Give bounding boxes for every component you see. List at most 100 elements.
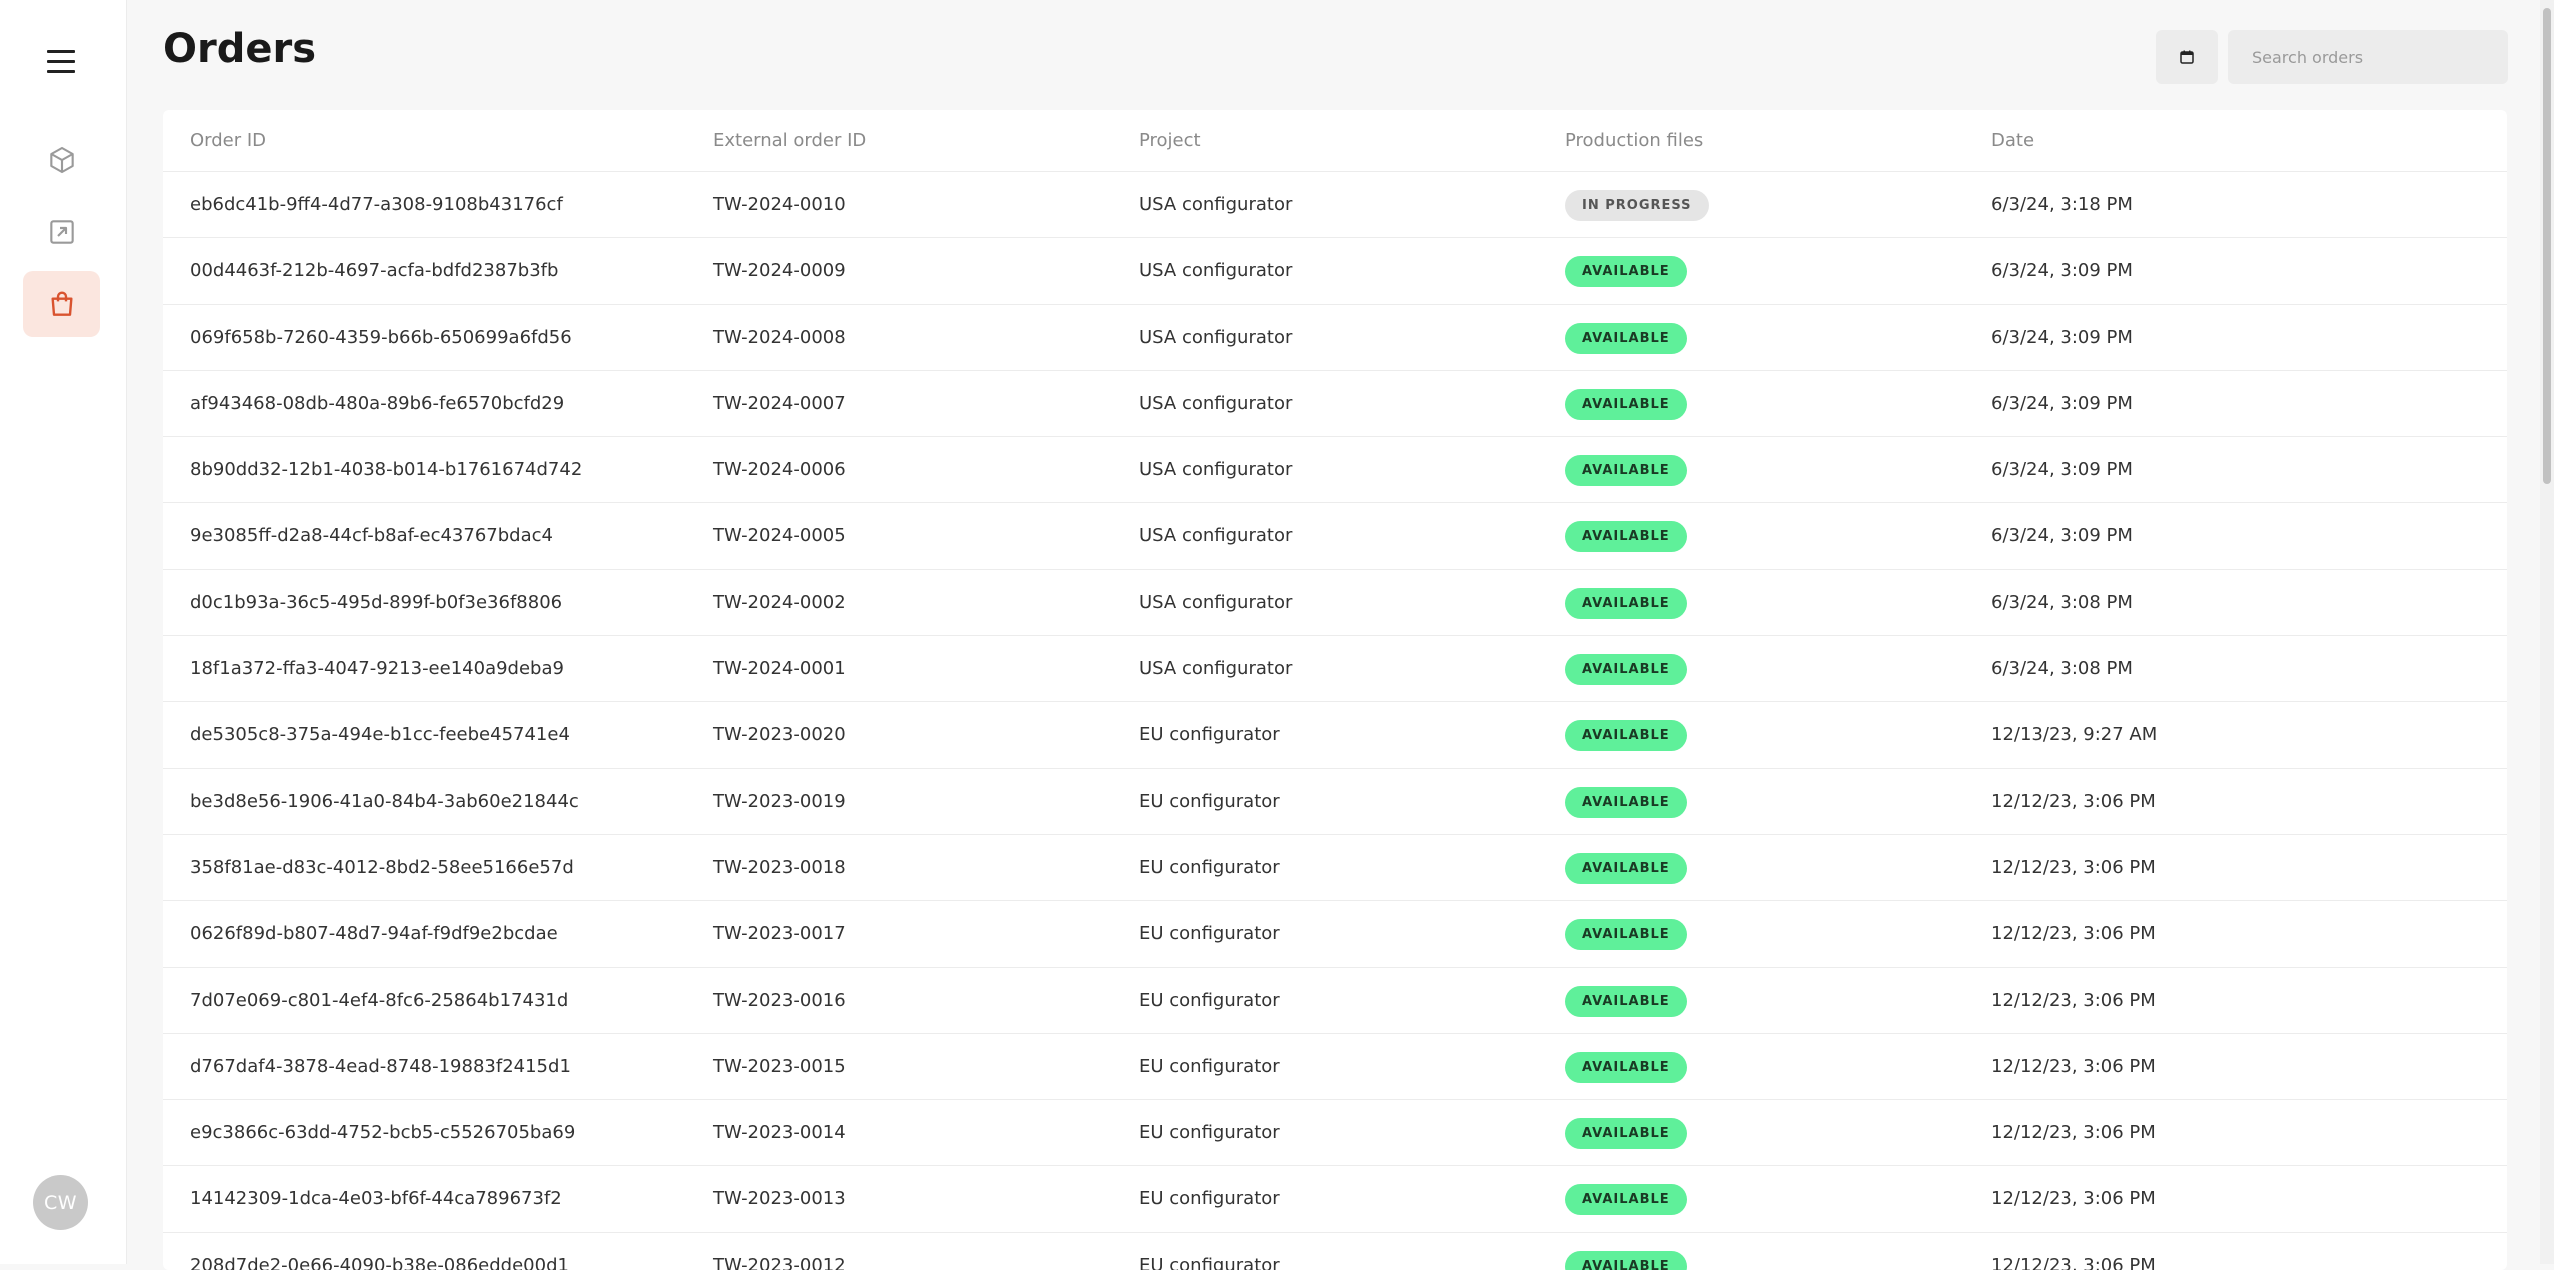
project-cell: EU configurator (1139, 1254, 1280, 1270)
column-header-project[interactable]: Project (1139, 130, 1201, 151)
external-order-id-cell: TW-2024-0002 (713, 591, 846, 613)
user-avatar[interactable]: CW (33, 1175, 88, 1230)
date-cell: 6/3/24, 3:09 PM (1991, 392, 2133, 414)
orders-table: Order ID External order ID Project Produ… (163, 110, 2507, 1270)
project-cell: USA configurator (1139, 459, 1293, 481)
date-cell: 6/3/24, 3:09 PM (1991, 459, 2133, 481)
status-badge: AVAILABLE (1565, 919, 1687, 951)
table-row[interactable]: 7d07e069-c801-4ef4-8fc6-25864b17431d TW-2… (163, 968, 2507, 1034)
sidebar-item-orders[interactable] (23, 271, 100, 337)
order-id-cell: de5305c8-375a-494e-b1cc-feebe45741e4 (190, 724, 570, 746)
order-id-cell: 8b90dd32-12b1-4038-b014-b1761674d742 (190, 459, 583, 481)
column-header-order-id[interactable]: Order ID (190, 130, 266, 151)
external-order-id-cell: TW-2023-0014 (713, 1122, 846, 1144)
sidebar-item-products[interactable] (23, 127, 100, 193)
status-badge: AVAILABLE (1565, 587, 1687, 619)
status-badge: AVAILABLE (1565, 1051, 1687, 1083)
project-cell: EU configurator (1139, 1188, 1280, 1210)
table-header: Order ID External order ID Project Produ… (163, 110, 2507, 172)
table-row[interactable]: 00d4463f-212b-4697-acfa-bdfd2387b3fb TW-2… (163, 238, 2507, 305)
table-row[interactable]: be3d8e56-1906-41a0-84b4-3ab60e21844c TW-2… (163, 769, 2507, 835)
table-row[interactable]: 208d7de2-0e66-4090-b38e-086edde00d1 TW-20… (163, 1233, 2507, 1270)
status-badge: AVAILABLE (1565, 256, 1687, 288)
project-cell: EU configurator (1139, 790, 1280, 812)
external-order-id-cell: TW-2023-0020 (713, 724, 846, 746)
date-cell: 6/3/24, 3:08 PM (1991, 658, 2133, 680)
project-cell: USA configurator (1139, 658, 1293, 680)
status-badge: AVAILABLE (1565, 720, 1687, 752)
date-cell: 6/3/24, 3:18 PM (1991, 194, 2133, 215)
date-cell: 12/12/23, 3:06 PM (1991, 1188, 2156, 1210)
table-row[interactable]: 9e3085ff-d2a8-44cf-b8af-ec43767bdac4 TW-2… (163, 503, 2507, 570)
table-row[interactable]: 358f81ae-d83c-4012-8bd2-58ee5166e57d TW-2… (163, 835, 2507, 902)
external-order-id-cell: TW-2023-0012 (713, 1254, 846, 1270)
date-cell: 12/12/23, 3:06 PM (1991, 1055, 2156, 1077)
project-cell: EU configurator (1139, 724, 1280, 746)
external-order-id-cell: TW-2023-0017 (713, 923, 846, 945)
table-row[interactable]: 8b90dd32-12b1-4038-b014-b1761674d742 TW-2… (163, 437, 2507, 504)
date-cell: 12/12/23, 3:06 PM (1991, 1254, 2156, 1270)
date-cell: 6/3/24, 3:09 PM (1991, 326, 2133, 348)
column-header-production-files[interactable]: Production files (1565, 130, 1703, 151)
table-body: eb6dc41b-9ff4-4d77-a308-9108b43176cf TW-2… (163, 172, 2507, 1270)
status-badge: IN PROGRESS (1565, 190, 1709, 221)
table-row[interactable]: de5305c8-375a-494e-b1cc-feebe45741e4 TW-2… (163, 702, 2507, 769)
order-id-cell: 358f81ae-d83c-4012-8bd2-58ee5166e57d (190, 856, 574, 878)
external-order-id-cell: TW-2024-0007 (713, 392, 846, 414)
status-badge: AVAILABLE (1565, 1184, 1687, 1216)
external-order-id-cell: TW-2024-0001 (713, 658, 846, 680)
table-row[interactable]: af943468-08db-480a-89b6-fe6570bcfd29 TW-2… (163, 371, 2507, 438)
order-id-cell: 18f1a372-ffa3-4047-9213-ee140a9deba9 (190, 658, 564, 680)
order-id-cell: 208d7de2-0e66-4090-b38e-086edde00d1 (190, 1254, 569, 1270)
date-cell: 12/12/23, 3:06 PM (1991, 856, 2156, 878)
status-badge: AVAILABLE (1565, 1250, 1687, 1270)
status-badge: AVAILABLE (1565, 455, 1687, 487)
scrollbar[interactable] (2540, 0, 2554, 1264)
order-id-cell: e9c3866c-63dd-4752-bcb5-c5526705ba69 (190, 1122, 576, 1144)
table-row[interactable]: eb6dc41b-9ff4-4d77-a308-9108b43176cf TW-2… (163, 172, 2507, 239)
order-id-cell: d767daf4-3878-4ead-8748-19883f2415d1 (190, 1055, 571, 1077)
external-order-id-cell: TW-2023-0013 (713, 1188, 846, 1210)
date-cell: 12/12/23, 3:06 PM (1991, 923, 2156, 945)
project-cell: USA configurator (1139, 260, 1293, 282)
status-badge: AVAILABLE (1565, 985, 1687, 1017)
date-filter-button[interactable] (2156, 30, 2218, 84)
project-cell: USA configurator (1139, 392, 1293, 414)
date-cell: 12/12/23, 3:06 PM (1991, 1122, 2156, 1144)
project-cell: EU configurator (1139, 989, 1280, 1011)
table-row[interactable]: d767daf4-3878-4ead-8748-19883f2415d1 TW-2… (163, 1034, 2507, 1101)
status-badge: AVAILABLE (1565, 1118, 1687, 1150)
external-order-id-cell: TW-2023-0018 (713, 856, 846, 878)
order-id-cell: 069f658b-7260-4359-b66b-650699a6fd56 (190, 326, 572, 348)
status-badge: AVAILABLE (1565, 322, 1687, 354)
external-order-id-cell: TW-2024-0006 (713, 459, 846, 481)
order-id-cell: 9e3085ff-d2a8-44cf-b8af-ec43767bdac4 (190, 525, 553, 547)
sidebar-item-exports[interactable] (23, 199, 100, 265)
external-order-id-cell: TW-2024-0005 (713, 525, 846, 547)
sidebar: CW (0, 0, 127, 1264)
menu-icon[interactable] (47, 50, 75, 73)
project-cell: USA configurator (1139, 194, 1293, 215)
column-header-external-order-id[interactable]: External order ID (713, 130, 866, 151)
scrollbar-thumb[interactable] (2543, 8, 2551, 484)
cube-icon (49, 146, 74, 174)
table-row[interactable]: d0c1b93a-36c5-495d-899f-b0f3e36f8806 TW-2… (163, 570, 2507, 637)
order-id-cell: d0c1b93a-36c5-495d-899f-b0f3e36f8806 (190, 591, 563, 613)
order-id-cell: be3d8e56-1906-41a0-84b4-3ab60e21844c (190, 790, 579, 812)
table-row[interactable]: 069f658b-7260-4359-b66b-650699a6fd56 TW-2… (163, 305, 2507, 371)
table-row[interactable]: 0626f89d-b807-48d7-94af-f9df9e2bcdae TW-2… (163, 901, 2507, 968)
project-cell: EU configurator (1139, 856, 1280, 878)
column-header-date[interactable]: Date (1991, 130, 2034, 151)
project-cell: EU configurator (1139, 1055, 1280, 1077)
order-id-cell: af943468-08db-480a-89b6-fe6570bcfd29 (190, 392, 565, 414)
shopping-bag-icon (50, 291, 73, 316)
status-badge: AVAILABLE (1565, 388, 1687, 420)
external-order-id-cell: TW-2023-0015 (713, 1055, 846, 1077)
table-row[interactable]: e9c3866c-63dd-4752-bcb5-c5526705ba69 TW-2… (163, 1100, 2507, 1167)
project-cell: EU configurator (1139, 1122, 1280, 1144)
search-input[interactable] (2228, 30, 2508, 84)
table-row[interactable]: 18f1a372-ffa3-4047-9213-ee140a9deba9 TW-2… (163, 636, 2507, 703)
project-cell: USA configurator (1139, 326, 1293, 348)
table-row[interactable]: 14142309-1dca-4e03-bf6f-44ca789673f2 TW-2… (163, 1166, 2507, 1233)
order-id-cell: 14142309-1dca-4e03-bf6f-44ca789673f2 (190, 1188, 562, 1210)
